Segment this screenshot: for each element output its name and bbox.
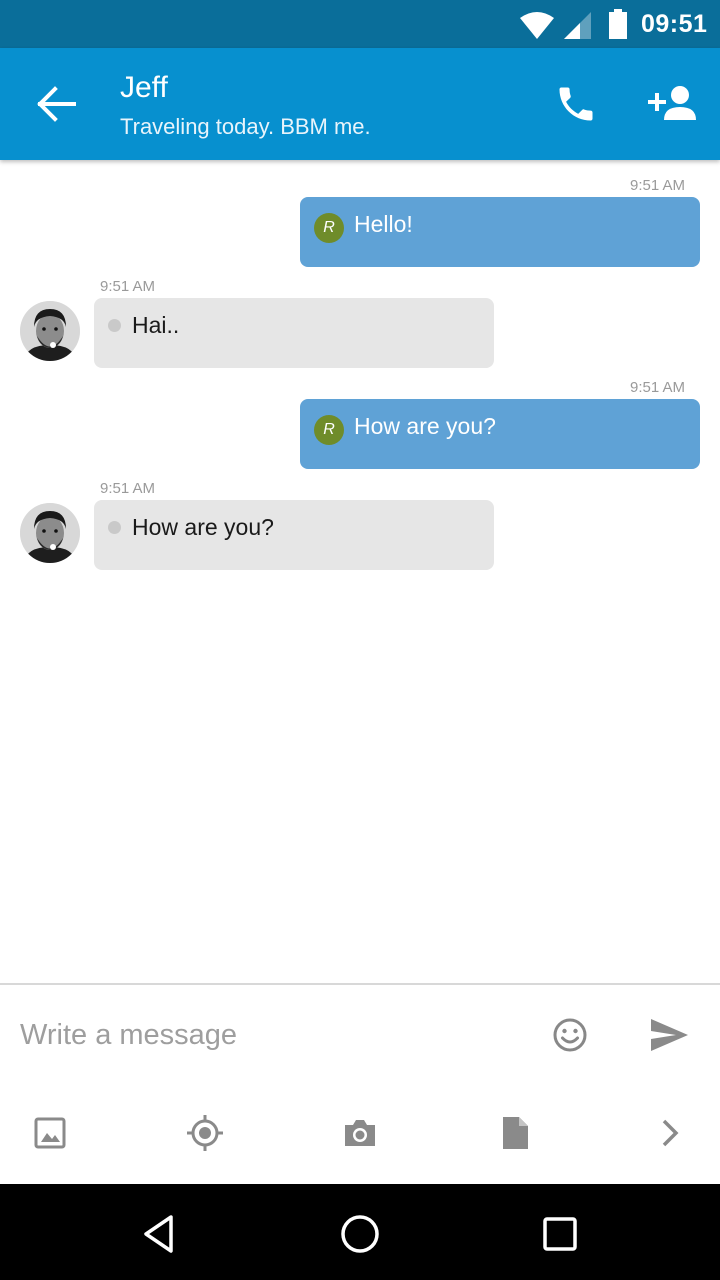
- chat-header: Jeff Traveling today. BBM me.: [0, 48, 720, 160]
- message-timestamp: 9:51 AM: [630, 379, 686, 396]
- system-nav-bar: [0, 1184, 720, 1280]
- avatar-image: [20, 503, 80, 563]
- battery-icon: [609, 9, 627, 39]
- attach-image-button[interactable]: [30, 1113, 70, 1153]
- camera-button[interactable]: [340, 1113, 380, 1153]
- add-contact-icon[interactable]: [646, 82, 698, 126]
- outgoing-message-bubble[interactable]: R How are you?: [300, 399, 700, 469]
- message-text: How are you?: [354, 413, 496, 439]
- message-text: Hello!: [354, 211, 413, 237]
- camera-icon: [345, 1120, 375, 1146]
- share-location-button[interactable]: [185, 1113, 225, 1153]
- status-time: 09:51: [641, 10, 708, 38]
- contact-status-message: Traveling today. BBM me.: [120, 114, 371, 139]
- incoming-message-bubble[interactable]: Hai..: [94, 298, 494, 368]
- location-icon: [187, 1115, 223, 1151]
- contact-avatar[interactable]: [20, 503, 80, 563]
- back-arrow-icon[interactable]: [34, 84, 78, 124]
- message-text: Hai..: [132, 312, 180, 338]
- outgoing-message-bubble[interactable]: R Hello!: [300, 197, 700, 267]
- cell-signal-icon: [564, 12, 591, 39]
- message-timestamp: 9:51 AM: [100, 278, 156, 295]
- delivery-status-dot: [108, 319, 121, 332]
- more-attachments-button[interactable]: [650, 1113, 690, 1153]
- attach-file-button[interactable]: [495, 1113, 535, 1153]
- contact-avatar[interactable]: [20, 301, 80, 361]
- delivery-status-dot: [108, 521, 121, 534]
- message-timestamp: 9:51 AM: [100, 480, 156, 497]
- status-bar: 09:51: [0, 0, 720, 48]
- read-receipt-badge: R: [314, 213, 344, 243]
- contact-name[interactable]: Jeff: [120, 71, 168, 105]
- message-input[interactable]: [20, 1013, 520, 1057]
- image-icon: [34, 1117, 66, 1149]
- wifi-icon: [520, 12, 554, 39]
- home-circle-icon[interactable]: [338, 1212, 382, 1256]
- message-timestamp: 9:51 AM: [630, 177, 686, 194]
- emoji-icon[interactable]: [550, 1015, 590, 1055]
- avatar-image: [20, 301, 80, 361]
- back-triangle-icon[interactable]: [138, 1212, 182, 1256]
- message-composer: [0, 985, 720, 1184]
- phone-icon[interactable]: [554, 82, 598, 126]
- chevron-right-icon: [662, 1119, 679, 1147]
- read-receipt-badge: R: [314, 415, 344, 445]
- send-icon[interactable]: [648, 1015, 690, 1055]
- file-icon: [503, 1117, 528, 1149]
- message-text: How are you?: [132, 514, 274, 540]
- recents-square-icon[interactable]: [538, 1212, 582, 1256]
- incoming-message-bubble[interactable]: How are you?: [94, 500, 494, 570]
